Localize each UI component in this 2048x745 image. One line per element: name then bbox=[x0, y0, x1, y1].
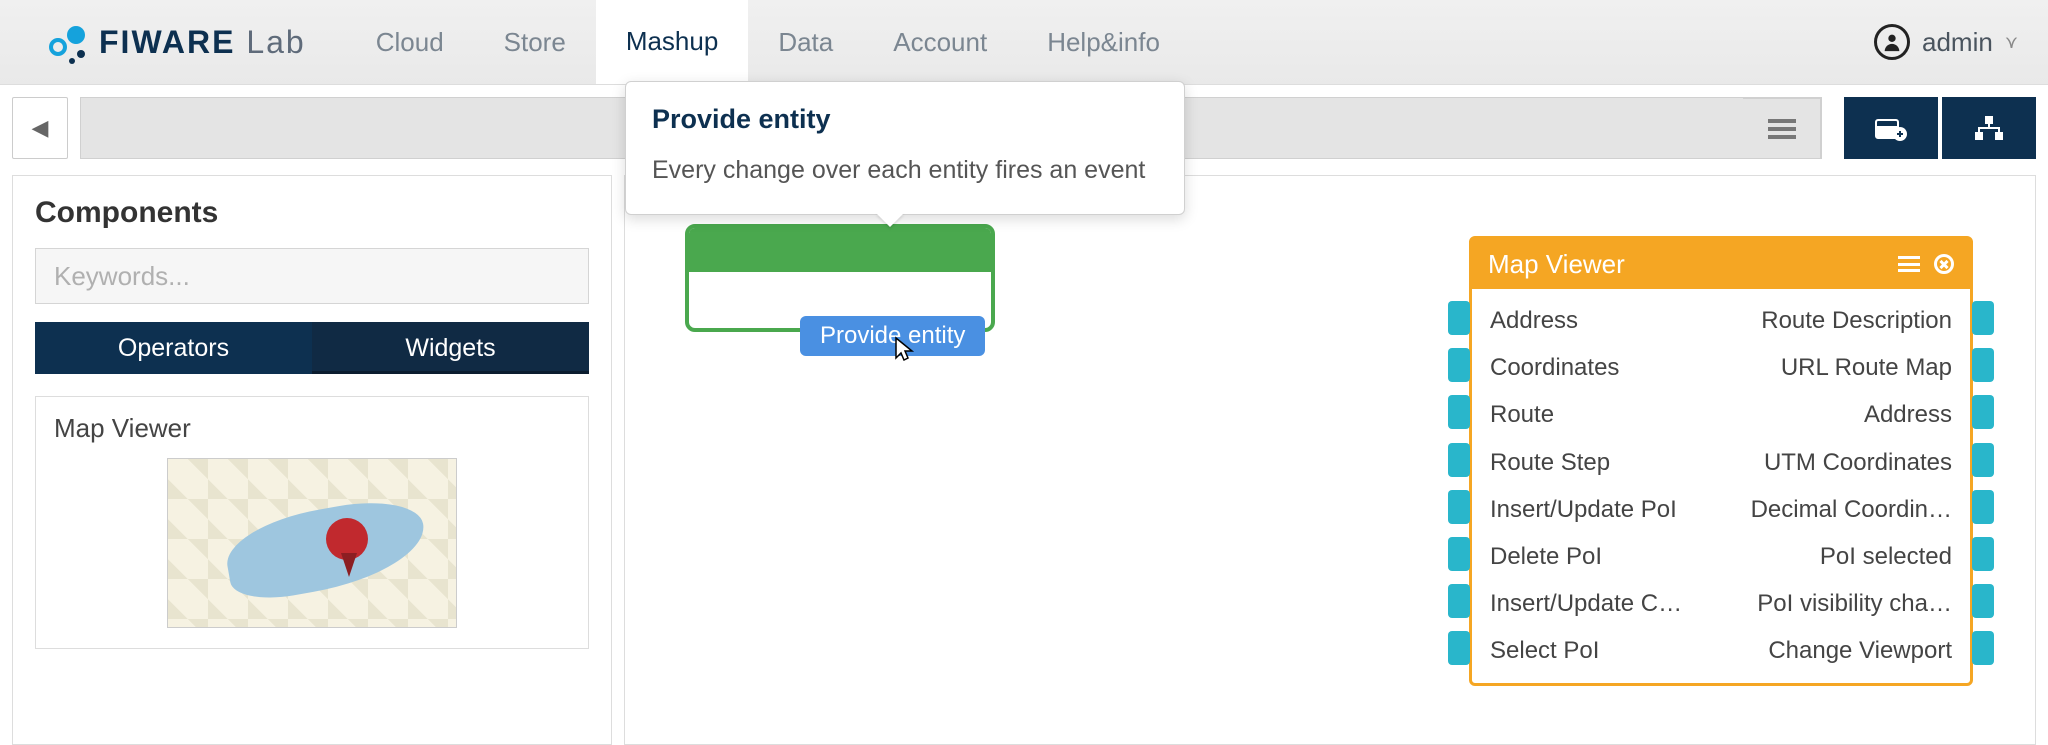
main-area: Components Operators Widgets Map Viewer … bbox=[0, 175, 2048, 745]
input-endpoint-label[interactable]: Address bbox=[1490, 305, 1578, 336]
nav-helpinfo[interactable]: Help&info bbox=[1017, 0, 1190, 84]
output-port[interactable] bbox=[1972, 443, 1994, 477]
brand-logo: FIWARE Lab bbox=[45, 20, 306, 64]
input-endpoint-label[interactable]: Select PoI bbox=[1490, 635, 1599, 666]
input-endpoint-label[interactable]: Route Step bbox=[1490, 447, 1610, 478]
components-search-input[interactable] bbox=[35, 248, 589, 304]
nav-data[interactable]: Data bbox=[748, 0, 863, 84]
widget-endpoint-row: Route Step UTM Coordinates bbox=[1472, 439, 1970, 486]
nav-cloud[interactable]: Cloud bbox=[346, 0, 474, 84]
widget-endpoint-row: Address Route Description bbox=[1472, 297, 1970, 344]
widget-endpoint-row: Route Address bbox=[1472, 391, 1970, 438]
output-endpoint-label[interactable]: UTM Coordinates bbox=[1764, 447, 1952, 478]
widget-endpoint-row: Coordinates URL Route Map bbox=[1472, 344, 1970, 391]
brand-logo-mark bbox=[45, 20, 89, 64]
user-menu[interactable]: admin ⋎ bbox=[1874, 24, 2018, 60]
output-port[interactable] bbox=[1972, 537, 1994, 571]
output-endpoint-label[interactable]: Decimal Coordin… bbox=[1751, 494, 1952, 525]
widget-endpoint-row: Select PoI Change Viewport bbox=[1472, 627, 1970, 674]
output-port[interactable] bbox=[1972, 395, 1994, 429]
map-pin-icon bbox=[326, 518, 376, 568]
output-port[interactable] bbox=[1972, 584, 1994, 618]
output-port[interactable] bbox=[1972, 490, 1994, 524]
tooltip-title: Provide entity bbox=[652, 104, 1158, 135]
input-endpoint-label[interactable]: Route bbox=[1490, 399, 1554, 430]
wiring-canvas[interactable]: Provide entity Every change over each en… bbox=[624, 175, 2036, 745]
sitemap-icon bbox=[1972, 114, 2006, 142]
output-port[interactable] bbox=[1972, 348, 1994, 382]
brand-name-thin: Lab bbox=[246, 24, 305, 60]
nav-account[interactable]: Account bbox=[863, 0, 1017, 84]
output-port[interactable] bbox=[1972, 301, 1994, 335]
input-port[interactable] bbox=[1448, 301, 1470, 335]
input-endpoint-label[interactable]: Delete PoI bbox=[1490, 541, 1602, 572]
output-endpoint-label[interactable]: PoI selected bbox=[1820, 541, 1952, 572]
toolbar-actions bbox=[1844, 97, 2036, 159]
endpoint-provide-entity[interactable]: Provide entity bbox=[800, 316, 985, 356]
widget-card-thumbnail bbox=[167, 458, 457, 628]
widget-node-header[interactable]: Map Viewer bbox=[1472, 239, 1970, 289]
add-component-button[interactable] bbox=[1844, 97, 1938, 159]
output-endpoint-label[interactable]: Address bbox=[1864, 399, 1952, 430]
breadcrumb-menu-button[interactable] bbox=[1743, 98, 1821, 159]
wiring-view-button[interactable] bbox=[1942, 97, 2036, 159]
widget-endpoint-row: Delete PoI PoI selected bbox=[1472, 533, 1970, 580]
widget-card-title: Map Viewer bbox=[54, 413, 570, 444]
nav-mashup[interactable]: Mashup bbox=[596, 0, 749, 84]
widget-node-menu-icon[interactable] bbox=[1898, 256, 1920, 272]
input-endpoint-label[interactable]: Insert/Update PoI bbox=[1490, 494, 1677, 525]
input-port[interactable] bbox=[1448, 443, 1470, 477]
nav-store[interactable]: Store bbox=[474, 0, 596, 84]
widget-node-close-icon[interactable] bbox=[1934, 254, 1954, 274]
input-port[interactable] bbox=[1448, 348, 1470, 382]
widget-endpoint-row: Insert/Update PoI Decimal Coordin… bbox=[1472, 486, 1970, 533]
components-tabs: Operators Widgets bbox=[13, 322, 611, 390]
hamburger-icon bbox=[1768, 119, 1796, 139]
input-port[interactable] bbox=[1448, 631, 1470, 665]
user-avatar-icon bbox=[1874, 24, 1910, 60]
tab-widgets[interactable]: Widgets bbox=[312, 322, 589, 374]
output-port[interactable] bbox=[1972, 631, 1994, 665]
input-endpoint-label[interactable]: Insert/Update C… bbox=[1490, 588, 1682, 619]
endpoint-tooltip: Provide entity Every change over each en… bbox=[625, 81, 1185, 215]
main-nav: Cloud Store Mashup Data Account Help&inf… bbox=[346, 0, 1190, 84]
input-port[interactable] bbox=[1448, 395, 1470, 429]
components-title: Components bbox=[13, 176, 611, 248]
output-endpoint-label[interactable]: Change Viewport bbox=[1768, 635, 1952, 666]
widget-endpoint-row: Insert/Update C… PoI visibility cha… bbox=[1472, 580, 1970, 627]
box-plus-icon bbox=[1874, 114, 1908, 142]
output-endpoint-label[interactable]: URL Route Map bbox=[1781, 352, 1952, 383]
app-header: FIWARE Lab Cloud Store Mashup Data Accou… bbox=[0, 0, 2048, 85]
components-panel: Components Operators Widgets Map Viewer bbox=[12, 175, 612, 745]
brand-logo-text: FIWARE Lab bbox=[99, 24, 306, 61]
brand-name-bold: FIWARE bbox=[99, 24, 235, 60]
back-button[interactable]: ◀ bbox=[12, 97, 68, 159]
tooltip-body: Every change over each entity fires an e… bbox=[652, 153, 1158, 188]
widget-node-endpoints: Address Route Description Coordinates URL R… bbox=[1472, 289, 1970, 683]
widget-card-map-viewer[interactable]: Map Viewer bbox=[35, 396, 589, 649]
user-name: admin bbox=[1922, 27, 1993, 58]
input-port[interactable] bbox=[1448, 537, 1470, 571]
input-port[interactable] bbox=[1448, 490, 1470, 524]
input-port[interactable] bbox=[1448, 584, 1470, 618]
input-endpoint-label[interactable]: Coordinates bbox=[1490, 352, 1619, 383]
output-endpoint-label[interactable]: Route Description bbox=[1761, 305, 1952, 336]
widget-node-map-viewer[interactable]: Map Viewer Address Route Description Coord… bbox=[1469, 236, 1973, 686]
output-endpoint-label[interactable]: PoI visibility cha… bbox=[1757, 588, 1952, 619]
chevron-down-icon: ⋎ bbox=[2005, 32, 2018, 53]
widget-node-title: Map Viewer bbox=[1488, 249, 1898, 280]
tab-operators[interactable]: Operators bbox=[35, 322, 312, 374]
